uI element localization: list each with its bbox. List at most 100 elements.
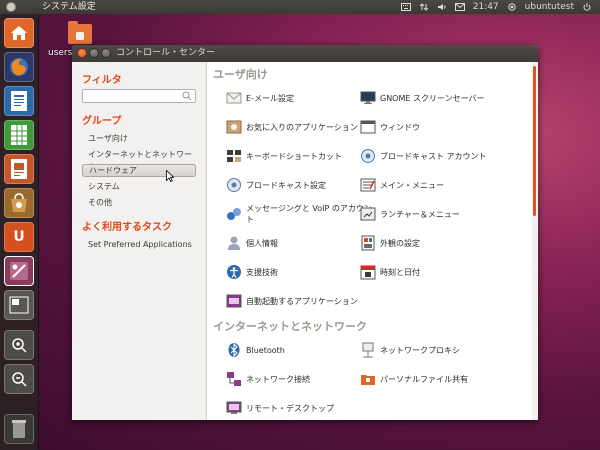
- keyboard-icon: [225, 147, 243, 165]
- appearance-icon: [359, 234, 377, 252]
- list-item-label: Bluetooth: [246, 345, 285, 355]
- minimize-button[interactable]: [89, 48, 99, 58]
- active-app-title: システム設定: [42, 2, 96, 12]
- window-title: コントロール・センター: [116, 48, 216, 58]
- group-heading: グループ: [82, 116, 122, 127]
- group-item-system[interactable]: システム: [82, 180, 196, 193]
- desktop-icon-label[interactable]: users: [48, 48, 72, 58]
- list-item[interactable]: ウィンドウ: [359, 114, 509, 140]
- preferred-apps-icon: [225, 118, 243, 136]
- list-item[interactable]: メイン・メニュー: [359, 172, 509, 198]
- list-item[interactable]: パーソナルファイル共有: [359, 366, 509, 392]
- task-set-preferred-apps[interactable]: Set Preferred Applications: [82, 238, 196, 251]
- power-icon[interactable]: [582, 3, 592, 11]
- broadcast-icon: [359, 147, 377, 165]
- list-item[interactable]: 外観の設定: [359, 230, 509, 256]
- list-item[interactable]: メッセージングと VoIP のアカウント: [225, 201, 375, 227]
- network-indicator-icon[interactable]: [419, 3, 429, 11]
- list-item[interactable]: 時刻と日付: [359, 259, 509, 285]
- main-menu-icon: [359, 176, 377, 194]
- ubuntu-logo-icon[interactable]: [6, 2, 16, 12]
- list-item-label: ブロードキャスト設定: [246, 180, 326, 190]
- network-icon: [225, 370, 243, 388]
- list-item[interactable]: ブロードキャスト設定: [225, 172, 375, 198]
- scrollbar-thumb[interactable]: [533, 66, 536, 216]
- email-icon: [225, 89, 243, 107]
- firefox-icon[interactable]: [4, 52, 34, 82]
- maximize-button[interactable]: [101, 48, 111, 58]
- list-item[interactable]: ネットワーク接続: [225, 366, 375, 392]
- mouse-cursor-icon: [166, 170, 174, 182]
- startup-apps-icon: [225, 292, 243, 310]
- window-icon: [359, 118, 377, 136]
- list-item-label: ウィンドウ: [380, 122, 420, 132]
- launcher-menu-icon: [359, 205, 377, 223]
- workspaces-icon[interactable]: [4, 290, 34, 320]
- zoom-in-icon[interactable]: [4, 330, 34, 360]
- group-item-hardware[interactable]: ハードウェア: [82, 164, 196, 177]
- list-item[interactable]: お気に入りのアプリケーション: [225, 114, 375, 140]
- settings-list: ユーザ向け E-メール設定 GNOME スクリーンセーバー お気に入りのアプリケ…: [206, 62, 533, 420]
- volume-icon[interactable]: [437, 3, 447, 11]
- impress-icon[interactable]: [4, 154, 34, 184]
- proxy-icon: [359, 341, 377, 359]
- list-item-label: ネットワーク接続: [246, 374, 310, 384]
- system-settings-icon[interactable]: [4, 256, 34, 286]
- list-item-label: 個人情報: [246, 238, 278, 248]
- list-item-label: ネットワークプロキシ: [380, 345, 460, 355]
- list-item[interactable]: リモート・デスクトップ: [225, 395, 375, 420]
- frequent-tasks-heading: よく利用するタスク: [82, 222, 172, 233]
- list-item-label: 支援技術: [246, 267, 278, 277]
- group-item-other[interactable]: その他: [82, 196, 196, 209]
- list-item[interactable]: GNOME スクリーンセーバー: [359, 85, 509, 111]
- control-center-window: コントロール・センター フィルタ グループ ユーザ向け インターネットとネットワ…: [72, 45, 538, 420]
- section-heading-personal: ユーザ向け: [213, 68, 268, 81]
- user-status-icon[interactable]: [507, 3, 517, 11]
- list-item[interactable]: 個人情報: [225, 230, 375, 256]
- broadcast-settings-icon: [225, 176, 243, 194]
- list-item[interactable]: ネットワークプロキシ: [359, 337, 509, 363]
- list-item[interactable]: 支援技術: [225, 259, 375, 285]
- monitor-icon: [359, 89, 377, 107]
- list-item[interactable]: 自動起動するアプリケーション: [225, 288, 375, 314]
- mail-indicator-icon[interactable]: [454, 3, 465, 11]
- accessibility-icon: [225, 263, 243, 281]
- list-item[interactable]: ブロードキャスト アカウント: [359, 143, 509, 169]
- list-item-label: リモート・デスクトップ: [246, 403, 334, 413]
- group-item-internet[interactable]: インターネットとネットワーク: [82, 148, 196, 172]
- calc-icon[interactable]: [4, 120, 34, 150]
- list-item[interactable]: E-メール設定: [225, 85, 375, 111]
- list-item[interactable]: Bluetooth: [225, 337, 375, 363]
- bluetooth-icon: [225, 341, 243, 359]
- writer-icon[interactable]: [4, 86, 34, 116]
- search-icon[interactable]: [182, 91, 192, 101]
- keyboard-indicator-icon[interactable]: [400, 3, 411, 11]
- trash-icon[interactable]: [4, 414, 34, 444]
- top-panel: システム設定 21:47 ubuntutest: [0, 0, 600, 14]
- indicator-area: 21:47 ubuntutest: [400, 0, 592, 14]
- filter-field[interactable]: [82, 89, 196, 109]
- home-folder-icon[interactable]: [4, 18, 34, 48]
- clock[interactable]: 21:47: [473, 0, 499, 14]
- list-item[interactable]: ランチャー＆メニュー: [359, 201, 509, 227]
- list-item-label: 自動起動するアプリケーション: [246, 296, 358, 306]
- list-item-label: パーソナルファイル共有: [380, 374, 468, 384]
- user-name[interactable]: ubuntutest: [525, 0, 574, 14]
- window-titlebar[interactable]: コントロール・センター: [72, 45, 538, 62]
- software-center-icon[interactable]: [4, 188, 34, 218]
- launcher: U: [0, 14, 39, 450]
- scrollbar[interactable]: [532, 62, 538, 420]
- group-item-personal[interactable]: ユーザ向け: [82, 132, 196, 145]
- filter-input[interactable]: [83, 96, 183, 109]
- list-item-label: ランチャー＆メニュー: [380, 209, 460, 219]
- ubuntu-one-icon[interactable]: U: [4, 222, 34, 252]
- messaging-icon: [225, 205, 243, 223]
- list-item-label: 外観の設定: [380, 238, 420, 248]
- zoom-out-icon[interactable]: [4, 364, 34, 394]
- list-item[interactable]: キーボードショートカット: [225, 143, 375, 169]
- personal-info-icon: [225, 234, 243, 252]
- file-sharing-icon: [359, 370, 377, 388]
- list-item-label: メッセージングと VoIP のアカウント: [246, 204, 372, 224]
- close-button[interactable]: [77, 48, 87, 58]
- filter-heading: フィルタ: [82, 75, 122, 86]
